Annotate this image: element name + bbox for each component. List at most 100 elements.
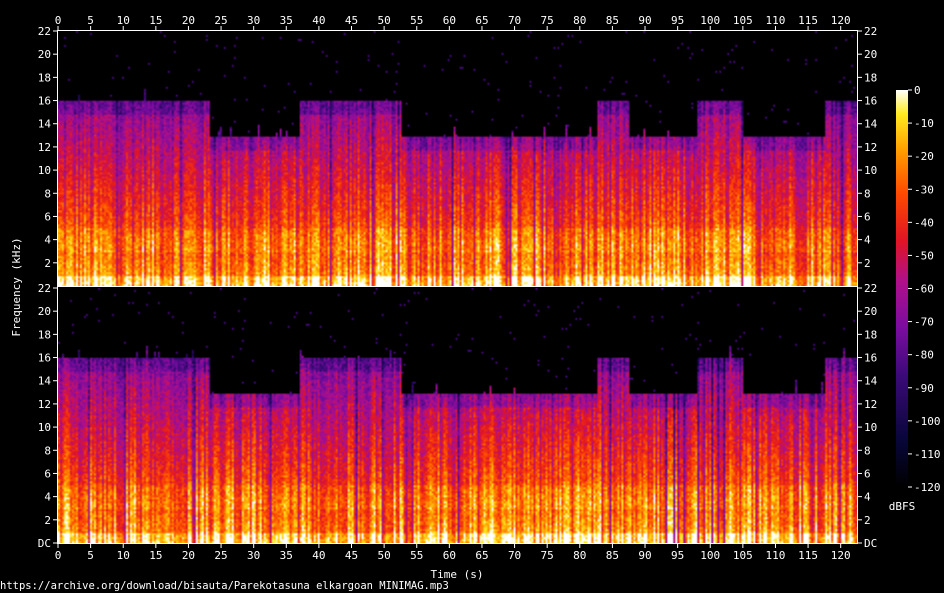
x-tick-label-bottom: 100 (700, 549, 720, 562)
colorbar (896, 90, 908, 487)
y-tick-label-left: 8 (44, 187, 51, 200)
y-tick-label-left: 2 (44, 257, 51, 270)
x-tick-label-top: 100 (700, 14, 720, 27)
y-tick-label-left: 12 (38, 398, 51, 411)
x-tick-label-bottom: 60 (443, 549, 456, 562)
y-tick-label-left: 8 (44, 444, 51, 457)
colorbar-tick-label: -50 (914, 249, 934, 262)
y-tick-label-right: 16 (864, 352, 877, 365)
y-tick-label-right: 20 (864, 48, 877, 61)
x-tick-label-bottom: 115 (798, 549, 818, 562)
x-tick-label-top: 55 (410, 14, 423, 27)
colorbar-tick-label: -60 (914, 283, 934, 296)
x-tick-label-bottom: 75 (541, 549, 554, 562)
x-tick-label-top: 110 (766, 14, 786, 27)
colorbar-tick-label: -10 (914, 117, 934, 130)
x-tick-label-top: 85 (606, 14, 619, 27)
y-tick-label-right: 2 (864, 257, 871, 270)
x-tick-label-top: 75 (541, 14, 554, 27)
x-tick-label-bottom: 85 (606, 549, 619, 562)
y-tick-label-right: 18 (864, 71, 877, 84)
x-tick-label-bottom: 65 (475, 549, 488, 562)
x-tick-label-bottom: 35 (280, 549, 293, 562)
x-tick-label-top: 120 (831, 14, 851, 27)
y-tick-label-right: 2 (864, 514, 871, 527)
colorbar-tick-label: -30 (914, 183, 934, 196)
y-tick-label-left: 16 (38, 95, 51, 108)
y-tick-label-right: 6 (864, 210, 871, 223)
y-tick-label-left: 10 (38, 164, 51, 177)
y-tick-label-right: 10 (864, 164, 877, 177)
x-tick-label-bottom: 110 (766, 549, 786, 562)
y-axis-label: Frequency (kHz) (10, 237, 23, 336)
y-tick-label-left: 14 (38, 375, 52, 388)
x-tick-label-top: 25 (214, 14, 227, 27)
x-tick-label-top: 90 (638, 14, 651, 27)
source-url: https://archive.org/download/bisauta/Par… (0, 580, 449, 592)
y-tick-label-right: 22 (864, 282, 877, 295)
y-tick-label-left: 6 (44, 467, 51, 480)
y-tick-label-left: DC (38, 537, 51, 550)
y-tick-label-right: 22 (864, 25, 877, 38)
y-tick-label-left: 4 (44, 234, 51, 247)
colorbar-tick-label: -120 (914, 481, 941, 494)
x-tick-label-top: 40 (312, 14, 325, 27)
x-tick-label-top: 105 (733, 14, 753, 27)
y-tick-label-right: 4 (864, 491, 871, 504)
y-tick-label-left: 20 (38, 305, 51, 318)
x-tick-label-bottom: 5 (87, 549, 94, 562)
x-tick-label-top: 35 (280, 14, 293, 27)
y-tick-label-right: 14 (864, 118, 878, 131)
spectrogram-channel-2 (58, 288, 857, 543)
y-tick-label-left: 10 (38, 421, 51, 434)
x-tick-label-bottom: 45 (345, 549, 358, 562)
x-tick-label-top: 0 (55, 14, 62, 27)
x-tick-label-bottom: 20 (182, 549, 195, 562)
x-tick-label-top: 80 (573, 14, 586, 27)
spectrogram-chart: 0055101015152020252530303535404045455050… (0, 0, 944, 593)
colorbar-tick-label: 0 (914, 84, 921, 97)
y-tick-label-right: DC (864, 537, 877, 550)
x-tick-label-bottom: 95 (671, 549, 684, 562)
y-tick-label-left: 16 (38, 352, 51, 365)
y-tick-label-left: 2 (44, 514, 51, 527)
y-tick-label-left: 22 (38, 25, 51, 38)
x-tick-label-top: 115 (798, 14, 818, 27)
x-tick-label-top: 50 (377, 14, 390, 27)
y-tick-label-right: 18 (864, 328, 877, 341)
colorbar-tick-label: -100 (914, 415, 941, 428)
x-tick-label-bottom: 80 (573, 549, 586, 562)
y-tick-label-right: 6 (864, 467, 871, 480)
y-tick-label-right: 12 (864, 141, 877, 154)
x-tick-label-bottom: 40 (312, 549, 325, 562)
colorbar-tick-label: -70 (914, 316, 934, 329)
x-tick-label-top: 15 (149, 14, 162, 27)
y-tick-label-right: 8 (864, 444, 871, 457)
x-tick-label-bottom: 0 (55, 549, 62, 562)
x-tick-label-bottom: 90 (638, 549, 651, 562)
y-tick-label-right: 20 (864, 305, 877, 318)
y-tick-label-left: 18 (38, 328, 51, 341)
colorbar-tick-label: -40 (914, 216, 934, 229)
y-tick-label-left: 18 (38, 71, 51, 84)
x-tick-label-bottom: 50 (377, 549, 390, 562)
spectrogram-channel-1 (58, 31, 857, 286)
y-tick-label-right: 14 (864, 375, 878, 388)
y-tick-label-left: 12 (38, 141, 51, 154)
y-tick-label-right: 16 (864, 95, 877, 108)
x-tick-label-top: 95 (671, 14, 684, 27)
x-tick-label-top: 20 (182, 14, 195, 27)
y-tick-label-right: 10 (864, 421, 877, 434)
colorbar-tick-label: -90 (914, 382, 934, 395)
x-tick-label-bottom: 55 (410, 549, 423, 562)
y-tick-label-left: 20 (38, 48, 51, 61)
y-tick-label-right: 8 (864, 187, 871, 200)
y-tick-label-right: 4 (864, 234, 871, 247)
y-tick-label-right: 12 (864, 398, 877, 411)
colorbar-label: dBFS (889, 500, 916, 513)
x-tick-label-top: 30 (247, 14, 260, 27)
x-tick-label-bottom: 120 (831, 549, 851, 562)
y-tick-label-left: 14 (38, 118, 52, 131)
x-tick-label-top: 65 (475, 14, 488, 27)
x-tick-label-bottom: 10 (117, 549, 130, 562)
